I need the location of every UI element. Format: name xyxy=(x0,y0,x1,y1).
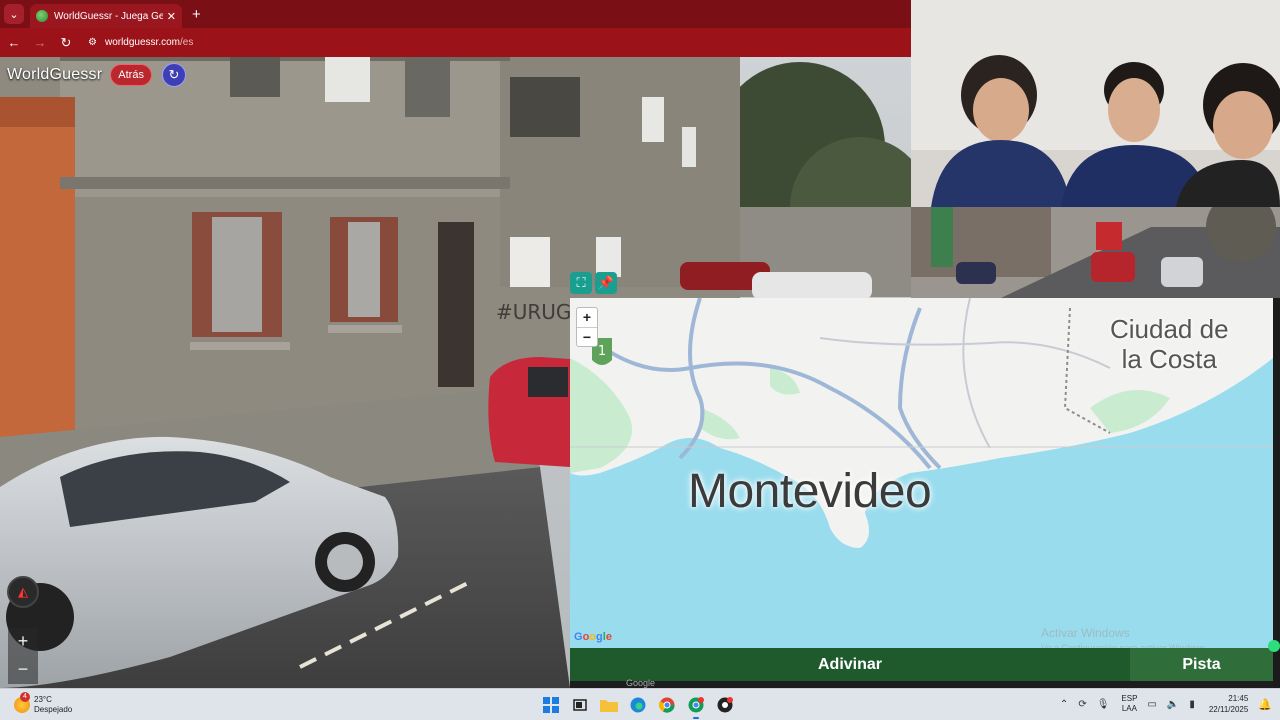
tab-title: WorldGuessr - Juega GeoGuess xyxy=(54,10,163,22)
weather-widget[interactable]: 4 23°C Despejado xyxy=(14,691,94,715)
battery-icon[interactable]: ▮ xyxy=(1189,699,1195,710)
hint-button[interactable]: Pista xyxy=(1130,648,1273,681)
browser-tab[interactable]: WorldGuessr - Juega GeoGuess ✕ xyxy=(30,4,182,28)
taskbar-apps xyxy=(540,694,743,719)
clock-time: 21:45 xyxy=(1228,694,1249,703)
pin-icon[interactable]: 📌 xyxy=(595,272,617,294)
wifi-icon[interactable]: ▭ xyxy=(1147,699,1156,710)
game-header: WorldGuessr Atrás ↻ xyxy=(0,57,260,93)
url-field[interactable]: ⚙ worldguessr.com /es xyxy=(88,37,193,48)
compass-icon[interactable]: ◭ xyxy=(7,576,39,608)
address-bar: ← → ↻ ⚙ worldguessr.com /es xyxy=(0,28,911,57)
language-line2: LAA xyxy=(1121,704,1137,713)
clock-date: 22/11/2025 xyxy=(1208,705,1249,714)
screen: ⌄ WorldGuessr - Juega GeoGuess ✕ + ← → ↻… xyxy=(0,0,1280,720)
system-tray: ⌃ ⟳ 🎙 ESP LAA ▭ 🔈 ▮ 21:45 22/11/2025 🔔 xyxy=(1050,693,1272,715)
new-tab-plus-icon[interactable]: + xyxy=(192,6,201,23)
microphone-icon[interactable]: 🎙 xyxy=(1097,699,1110,710)
sv-zoom-out-button[interactable]: − xyxy=(8,656,38,684)
close-icon[interactable]: ✕ xyxy=(167,10,176,23)
weather-badge: 4 xyxy=(20,691,30,702)
site-settings-icon[interactable]: ⚙ xyxy=(88,37,97,48)
browser-tab-bar: ⌄ WorldGuessr - Juega GeoGuess ✕ + xyxy=(0,0,911,28)
google-attribution: Google xyxy=(574,631,612,643)
street-view-strip xyxy=(911,207,1280,298)
back-arrow-icon[interactable]: ← xyxy=(2,35,26,50)
worldguessr-logo: WorldGuessr xyxy=(7,66,103,83)
forward-arrow-icon[interactable]: → xyxy=(28,35,52,50)
language-indicator[interactable]: ESP LAA xyxy=(1121,694,1137,714)
clock[interactable]: 21:45 22/11/2025 xyxy=(1209,693,1248,715)
chrome-icon[interactable] xyxy=(656,694,678,716)
map-footer xyxy=(570,681,1273,688)
reload-icon[interactable]: ↻ xyxy=(54,35,78,51)
google-attribution-small: Google xyxy=(626,678,656,688)
guess-button[interactable]: Adivinar xyxy=(570,648,1130,681)
svg-text:1: 1 xyxy=(598,344,606,359)
back-button[interactable]: Atrás xyxy=(110,64,152,86)
map-zoom-in-button[interactable]: + xyxy=(577,308,597,327)
sun-icon: 4 xyxy=(14,691,30,713)
chrome-profile-icon[interactable] xyxy=(685,694,707,719)
url-host: worldguessr.com xyxy=(104,37,180,48)
webcam-overlay xyxy=(911,0,1280,207)
city-label-line2: la Costa xyxy=(1121,344,1217,374)
reload-game-icon[interactable]: ↻ xyxy=(161,63,186,87)
map-zoom-control: + − xyxy=(576,307,598,347)
street-strip-image xyxy=(911,207,1280,298)
street-view-zoom-control: + − xyxy=(8,628,38,684)
city-label-ciudad-de-la-costa: Ciudad de la Costa xyxy=(1110,314,1229,374)
weather-description: Despejado xyxy=(34,704,73,714)
bell-icon[interactable]: 🔔 xyxy=(1258,698,1272,711)
chevron-up-icon[interactable]: ⌃ xyxy=(1060,699,1068,710)
language-line1: ESP xyxy=(1121,694,1138,703)
windows-taskbar: 4 23°C Despejado ⌃ ⟳ 🎙 ESP LAA ▭ 🔈 ▮ 21:… xyxy=(0,688,1280,720)
url-path: /es xyxy=(180,37,194,48)
watermark-title: Activar Windows xyxy=(1041,626,1130,640)
windows-start-icon[interactable] xyxy=(540,694,562,716)
sv-zoom-in-button[interactable]: + xyxy=(8,628,38,656)
obs-icon[interactable] xyxy=(714,694,736,716)
webcam-video xyxy=(911,0,1280,207)
globe-favicon-icon xyxy=(36,10,48,22)
weather-temperature: 23°C xyxy=(34,694,52,704)
sync-icon[interactable]: ⟳ xyxy=(1078,699,1086,710)
map-zoom-out-button[interactable]: − xyxy=(577,327,597,346)
folder-icon[interactable] xyxy=(598,694,620,716)
status-dot xyxy=(1268,640,1280,652)
edge-icon[interactable] xyxy=(627,694,649,716)
volume-icon[interactable]: 🔈 xyxy=(1167,699,1179,710)
city-label-line1: Ciudad de xyxy=(1110,314,1229,344)
city-label-montevideo: Montevideo xyxy=(688,465,932,518)
task-view-icon[interactable] xyxy=(569,694,591,716)
fullscreen-icon[interactable]: ⛶ xyxy=(570,272,592,294)
tab-search-chevron-down-icon[interactable]: ⌄ xyxy=(4,4,24,24)
